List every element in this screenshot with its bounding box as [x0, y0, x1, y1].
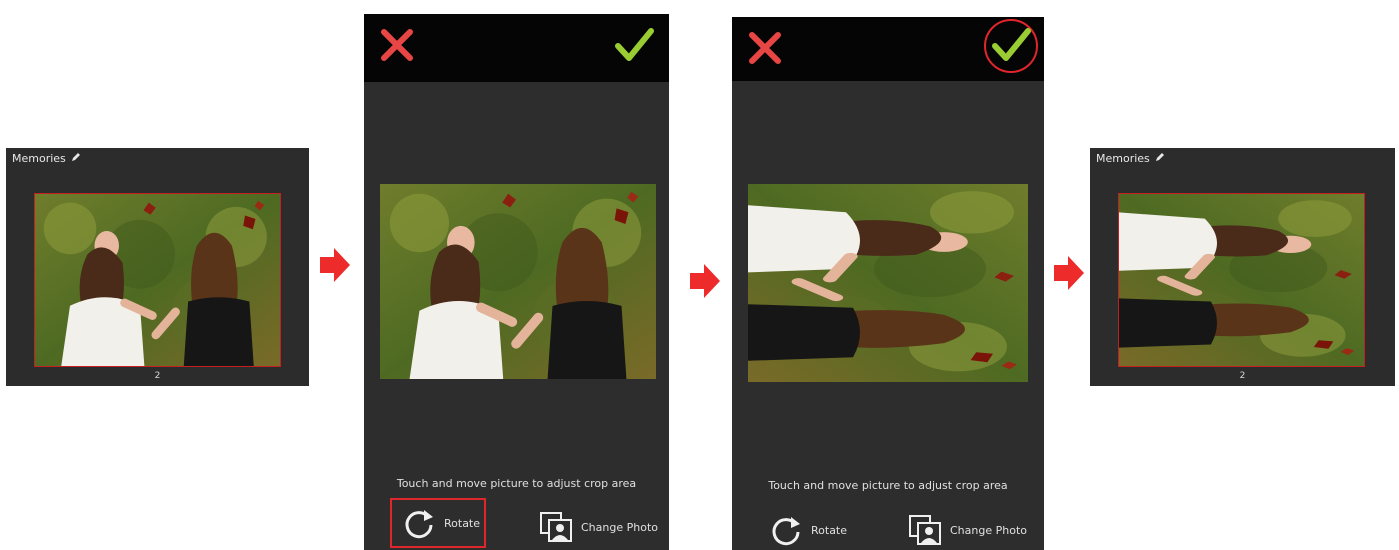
album-title: Memories — [12, 152, 66, 165]
check-icon[interactable] — [613, 26, 655, 64]
close-icon[interactable] — [746, 29, 784, 67]
album-card-after: Memories 2 — [1090, 148, 1395, 386]
rotate-icon — [772, 517, 800, 546]
crop-photo-rotated[interactable] — [748, 184, 1028, 382]
close-icon[interactable] — [378, 26, 416, 64]
arrow-right-icon — [1054, 256, 1084, 290]
crop-toolbar — [732, 17, 1044, 81]
rotate-button[interactable]: Rotate — [390, 498, 486, 548]
rotate-icon — [405, 510, 433, 539]
change-photo-button[interactable]: Change Photo — [908, 514, 1027, 546]
rotate-button[interactable]: Rotate — [769, 513, 847, 547]
album-photo-rotated[interactable] — [1118, 193, 1365, 367]
album-title-row: Memories — [1096, 152, 1165, 165]
arrow-right-icon — [320, 248, 350, 282]
album-title: Memories — [1096, 152, 1150, 165]
album-title-row: Memories — [12, 152, 81, 165]
change-photo-icon — [909, 515, 941, 545]
change-photo-label: Change Photo — [950, 523, 1027, 537]
page-number: 2 — [1239, 371, 1246, 381]
crop-photo[interactable] — [380, 184, 656, 379]
change-photo-icon — [540, 512, 572, 542]
change-photo-button[interactable]: Change Photo — [539, 511, 658, 543]
pencil-icon[interactable] — [71, 152, 81, 165]
album-photo[interactable] — [34, 193, 281, 367]
crop-screen-2: Touch and move picture to adjust crop ar… — [732, 17, 1044, 550]
album-card-before: Memories 2 — [6, 148, 309, 386]
change-photo-label: Change Photo — [581, 520, 658, 534]
pencil-icon[interactable] — [1155, 152, 1165, 165]
page-number: 2 — [154, 371, 161, 381]
crop-toolbar — [364, 14, 669, 82]
arrow-right-icon — [690, 264, 720, 298]
rotate-label: Rotate — [811, 523, 848, 537]
rotate-label: Rotate — [444, 516, 481, 530]
crop-hint: Touch and move picture to adjust crop ar… — [768, 479, 1008, 492]
crop-hint: Touch and move picture to adjust crop ar… — [396, 477, 637, 490]
check-icon[interactable] — [990, 26, 1032, 64]
crop-screen-1: Touch and move picture to adjust crop ar… — [364, 14, 669, 550]
